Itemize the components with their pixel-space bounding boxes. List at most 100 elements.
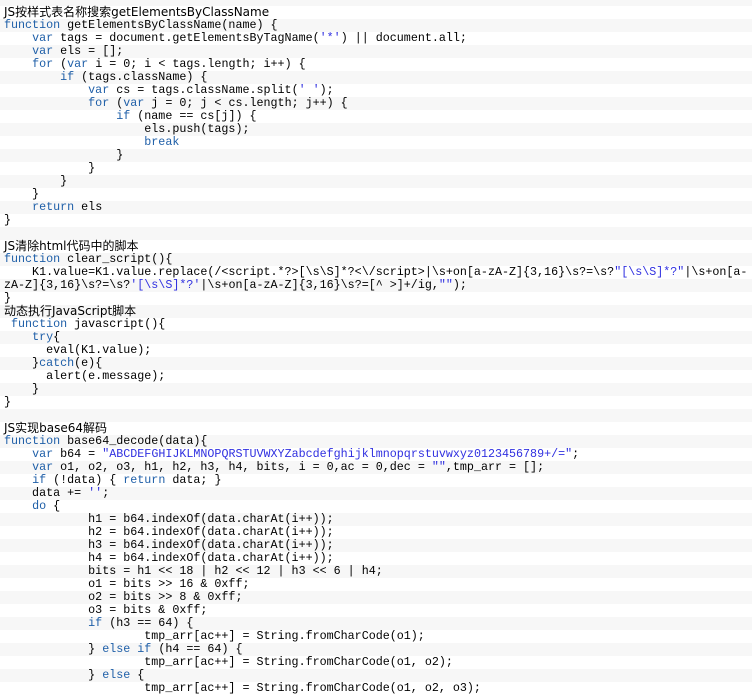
string-token: "ABCDEFGHIJKLMNOPQRSTUVWXYZabcdefghijklm… [102,446,573,461]
code-token: |\s+on[a- [684,264,748,279]
code-token: ); [452,277,467,292]
code-token: o1 = bits >> 16 & 0xff; [4,576,250,591]
keyword-token: function [11,316,68,331]
code-token: javascript(){ [67,316,166,331]
keyword-token: return [123,472,166,487]
keyword-token: var [88,82,110,97]
keyword-token: var [123,95,145,110]
code-token: o3 = bits & 0xff; [4,602,208,617]
code-token: zA-Z]{3,16}\s?=\s? [4,277,131,292]
code-token: } [4,381,40,396]
keyword-token: if [137,641,152,656]
code-token: ) || document.all; [340,30,467,45]
keyword-token: try [32,329,54,344]
code-token: ; [572,446,580,461]
code-line: alert(e.message); [0,368,752,383]
keyword-token: return [32,199,75,214]
keyword-token: break [144,134,180,149]
code-token: } [4,160,96,175]
code-line: } [0,147,752,162]
code-token: (tags.className) { [74,69,208,84]
code-line: data += ''; [0,485,752,500]
keyword-token: if [116,108,131,123]
code-token: { [46,498,61,513]
code-line: zA-Z]{3,16}\s?=\s?'[\s\S]*?'|\s+on[a-zA-… [0,277,752,292]
code-token: getElementsByClassName(name) { [60,17,278,32]
keyword-token: catch [39,355,75,370]
code-token: } [4,355,40,370]
keyword-token: else [102,641,131,656]
string-token: '[\s\S]*?' [130,277,201,292]
heading-text: JS清除html代码中的脚本 [4,238,139,253]
code-line: if (!data) { return data; } [0,472,752,487]
code-token: ); [319,82,334,97]
code-token: } [4,290,12,305]
code-line: } [0,173,752,188]
code-token: |\s+on[a-zA-Z]{3,16}\s?=[^ >]+/ig, [200,277,439,292]
code-token: } [4,186,40,201]
code-token: (!data) { [46,472,124,487]
keyword-token: var [67,56,89,71]
code-line: } [0,160,752,175]
code-token: eval(K1.value); [4,342,152,357]
code-token: base64_decode(data){ [60,433,208,448]
code-line: eval(K1.value); [0,342,752,357]
code-token: } [4,667,103,682]
code-token: alert(e.message); [4,368,166,383]
code-token: tmp_arr[ac++] = String.fromCharCode(o1); [4,628,425,643]
code-token: ; [102,485,110,500]
code-token: } [4,173,68,188]
keyword-token: for [32,56,54,71]
code-token: tags = document.getElementsByTagName( [53,30,320,45]
keyword-token: if [32,472,47,487]
keyword-token: if [60,69,75,84]
code-token: o1, o2, o3, h1, h2, h3, h4, bits, i = 0,… [53,459,432,474]
code-token: h4 = b64.indexOf(data.charAt(i++)); [4,550,334,565]
code-token: data += [4,485,89,500]
code-token: h3 = b64.indexOf(data.charAt(i++)); [4,537,334,552]
keyword-token: if [88,615,103,630]
code-token: } [4,147,124,162]
keyword-token: else [102,667,131,682]
code-line [0,408,752,422]
code-token: (e){ [74,355,103,370]
keyword-token: for [88,95,110,110]
keyword-token: var [32,43,54,58]
code-token: ( [109,95,124,110]
code-token: ( [53,56,68,71]
code-token: } [4,212,12,227]
code-token: data; } [165,472,222,487]
code-token: } [4,394,12,409]
code-token: tmp_arr[ac++] = String.fromCharCode(o1, … [4,654,453,669]
code-token: tmp_arr[ac++] = String.fromCharCode(o1, … [4,680,481,695]
string-token: "" [431,459,446,474]
code-token: h2 = b64.indexOf(data.charAt(i++)); [4,524,334,539]
code-token: } [4,641,103,656]
code-token: els = []; [53,43,124,58]
keyword-token: var [32,446,54,461]
keyword-token: function [4,433,61,448]
keyword-token: var [32,459,54,474]
heading-text: JS实现base64解码 [4,420,108,435]
string-token: '*' [319,30,341,45]
code-token: j = 0; j < cs.length; j++) { [144,95,348,110]
code-token: h1 = b64.indexOf(data.charAt(i++)); [4,511,334,526]
code-line: return els [0,199,752,214]
code-token: ,tmp_arr = []; [445,459,545,474]
code-token: i = 0; i < tags.length; i++) { [88,56,306,71]
